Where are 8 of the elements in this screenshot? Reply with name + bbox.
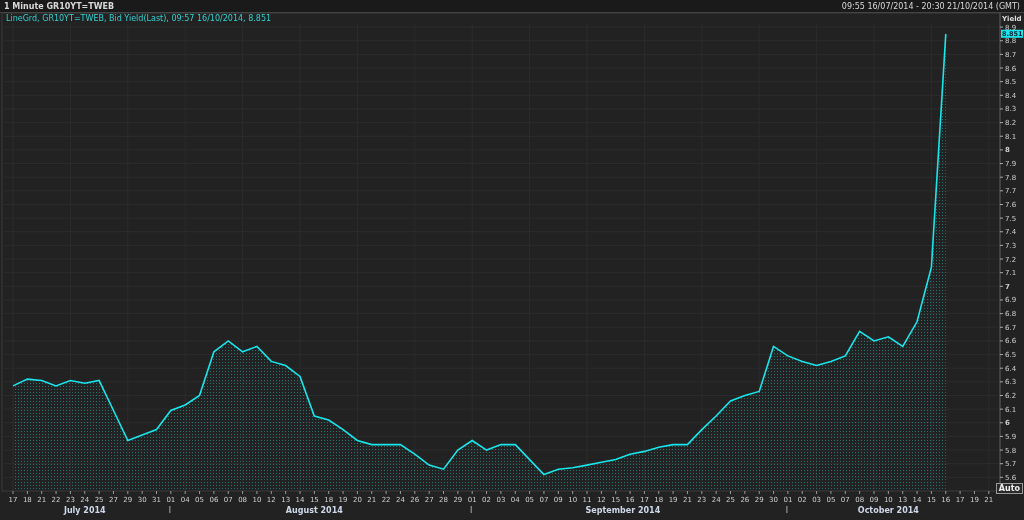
legend-text: LineGrd, GR10YT=TWEB, Bid Yield(Last), 09:57 16/10/2014, 8.851 xyxy=(6,14,272,23)
month-label: August 2014 xyxy=(285,506,343,515)
time-range: 09:55 16/07/2014 - 20:30 21/10/2014 (GMT) xyxy=(841,1,1020,11)
chart-title: 1 Minute GR10YT=TWEB xyxy=(4,1,115,11)
month-label: September 2014 xyxy=(585,506,661,515)
month-label: July 2014 xyxy=(63,506,106,515)
month-label: October 2014 xyxy=(857,506,919,515)
auto-scale-button[interactable]: Auto xyxy=(995,483,1023,494)
